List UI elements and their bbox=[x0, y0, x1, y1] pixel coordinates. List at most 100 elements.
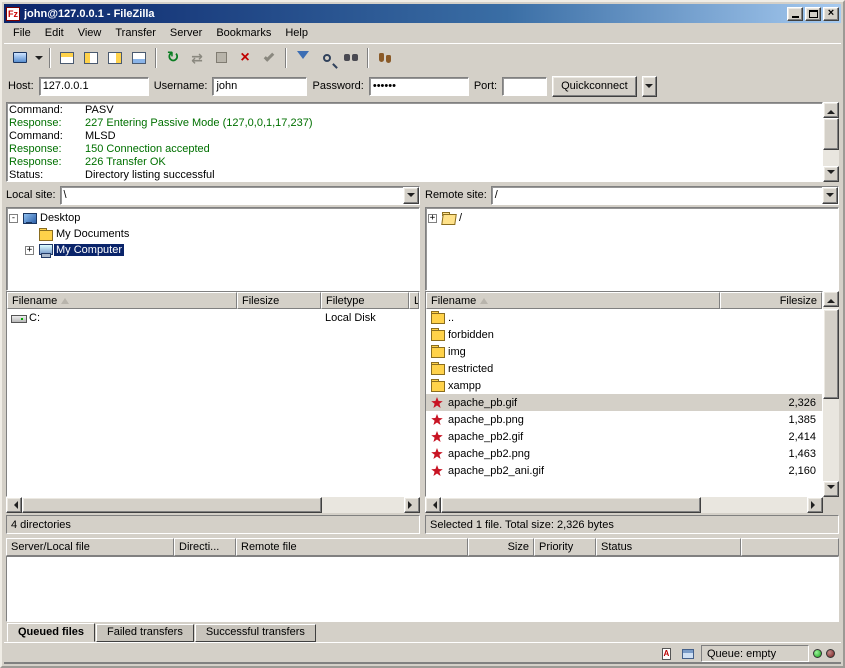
column-filetype[interactable]: Filetype bbox=[321, 292, 409, 309]
transfer-type-icon[interactable] bbox=[657, 646, 675, 662]
remote-file-row[interactable]: xampp bbox=[426, 377, 822, 394]
arrow-left-icon bbox=[429, 501, 437, 509]
tab-queued-files[interactable]: Queued files bbox=[7, 623, 95, 642]
toggle-local-tree-button[interactable] bbox=[79, 46, 103, 69]
local-site-combo[interactable]: \ bbox=[60, 186, 420, 205]
remote-site-dropdown[interactable] bbox=[822, 187, 838, 204]
column-filename[interactable]: Filename bbox=[426, 292, 720, 309]
remote-file-row[interactable]: forbidden bbox=[426, 326, 822, 343]
find-button[interactable] bbox=[339, 46, 363, 69]
expand-icon[interactable]: + bbox=[25, 246, 34, 255]
column-status[interactable]: Status bbox=[596, 538, 741, 556]
tab-failed-transfers[interactable]: Failed transfers bbox=[96, 624, 194, 642]
local-site-dropdown[interactable] bbox=[403, 187, 419, 204]
scrollbar-thumb[interactable] bbox=[22, 497, 322, 513]
reconnect-button[interactable] bbox=[257, 46, 281, 69]
scrollbar-thumb[interactable] bbox=[441, 497, 701, 513]
collapse-icon[interactable]: - bbox=[9, 214, 18, 223]
site-manager-dropdown[interactable] bbox=[32, 46, 45, 69]
scroll-down-button[interactable] bbox=[823, 481, 839, 497]
scroll-left-button[interactable] bbox=[6, 497, 22, 513]
column-size[interactable]: Size bbox=[468, 538, 534, 556]
log-scrollbar[interactable] bbox=[823, 102, 839, 182]
image-file-icon bbox=[430, 447, 446, 460]
cancel-operation-button[interactable] bbox=[209, 46, 233, 69]
toggle-log-button[interactable] bbox=[55, 46, 79, 69]
expand-icon[interactable]: + bbox=[428, 214, 437, 223]
close-button[interactable]: × bbox=[823, 7, 839, 21]
maximize-button[interactable] bbox=[805, 7, 821, 21]
menu-bookmarks[interactable]: Bookmarks bbox=[209, 25, 278, 41]
arrow-right-icon bbox=[811, 501, 819, 509]
remote-file-row[interactable]: restricted bbox=[426, 360, 822, 377]
file-name: forbidden bbox=[448, 329, 494, 341]
local-file-row[interactable]: C: Local Disk bbox=[7, 309, 419, 326]
password-input[interactable] bbox=[369, 77, 469, 96]
file-name: apache_pb.gif bbox=[448, 397, 517, 409]
column-server-local-file[interactable]: Server/Local file bbox=[6, 538, 174, 556]
column-filesize[interactable]: Filesize bbox=[237, 292, 321, 309]
remote-file-row[interactable]: img bbox=[426, 343, 822, 360]
tree-item-root[interactable]: + / bbox=[428, 210, 836, 226]
scroll-right-button[interactable] bbox=[807, 497, 823, 513]
column-last-modified[interactable]: L bbox=[409, 292, 419, 309]
disconnect-button[interactable]: × bbox=[233, 46, 257, 69]
remote-file-row[interactable]: apache_pb.png 1,385 bbox=[426, 411, 822, 428]
transfer-queue-list[interactable] bbox=[6, 556, 839, 622]
filter-button[interactable] bbox=[291, 46, 315, 69]
toggle-remote-tree-button[interactable] bbox=[103, 46, 127, 69]
log-type: Status: bbox=[9, 169, 85, 182]
chevron-down-icon bbox=[35, 56, 43, 64]
remote-file-row[interactable]: apache_pb2.gif 2,414 bbox=[426, 428, 822, 445]
minimize-button[interactable] bbox=[787, 7, 803, 21]
menu-server[interactable]: Server bbox=[163, 25, 209, 41]
scroll-up-button[interactable] bbox=[823, 291, 839, 307]
column-filename[interactable]: Filename bbox=[7, 292, 237, 309]
column-direction[interactable]: Directi... bbox=[174, 538, 236, 556]
menu-help[interactable]: Help bbox=[278, 25, 315, 41]
remote-vscrollbar[interactable] bbox=[823, 291, 839, 497]
scroll-down-button[interactable] bbox=[823, 166, 839, 182]
speed-limits-icon[interactable] bbox=[679, 646, 697, 662]
sort-ascending-icon bbox=[480, 294, 488, 304]
message-log: Command:PASV Response:227 Entering Passi… bbox=[6, 102, 823, 182]
menu-file[interactable]: File bbox=[6, 25, 38, 41]
remote-file-row[interactable]: apache_pb2.png 1,463 bbox=[426, 445, 822, 462]
menu-transfer[interactable]: Transfer bbox=[108, 25, 163, 41]
remote-file-row[interactable]: apache_pb2_ani.gif 2,160 bbox=[426, 462, 822, 479]
remote-file-row[interactable]: .. bbox=[426, 309, 822, 326]
site-manager-button[interactable] bbox=[8, 46, 32, 69]
tree-item-desktop[interactable]: - Desktop bbox=[9, 210, 417, 226]
scroll-up-button[interactable] bbox=[823, 102, 839, 118]
remote-file-row-selected[interactable]: apache_pb.gif 2,326 bbox=[426, 394, 822, 411]
port-input[interactable] bbox=[502, 77, 547, 96]
menu-view[interactable]: View bbox=[71, 25, 109, 41]
quickconnect-dropdown[interactable] bbox=[642, 76, 657, 97]
remote-hscrollbar[interactable] bbox=[425, 497, 823, 513]
column-filesize[interactable]: Filesize bbox=[720, 292, 822, 309]
quickconnect-button[interactable]: Quickconnect bbox=[552, 76, 637, 97]
remote-site-combo[interactable]: / bbox=[491, 186, 839, 205]
username-input[interactable] bbox=[212, 77, 307, 96]
menu-edit[interactable]: Edit bbox=[38, 25, 71, 41]
tree-item-my-documents[interactable]: - My Documents bbox=[9, 226, 417, 242]
scroll-left-button[interactable] bbox=[425, 497, 441, 513]
column-priority[interactable]: Priority bbox=[534, 538, 596, 556]
refresh-button[interactable]: ↻ bbox=[161, 46, 185, 69]
filezilla-logo-icon: Fz bbox=[6, 7, 20, 21]
sync-browsing-button[interactable] bbox=[373, 46, 397, 69]
title-bar[interactable]: Fz john@127.0.0.1 - FileZilla × bbox=[4, 4, 841, 23]
process-queue-button[interactable]: ⇄ bbox=[185, 46, 209, 69]
tree-item-my-computer[interactable]: + My Computer bbox=[9, 242, 417, 258]
menu-bar: File Edit View Transfer Server Bookmarks… bbox=[4, 23, 841, 43]
toggle-queue-button[interactable] bbox=[127, 46, 151, 69]
host-input[interactable] bbox=[39, 77, 149, 96]
scroll-right-button[interactable] bbox=[404, 497, 420, 513]
local-site-value: \ bbox=[61, 187, 403, 204]
column-remote-file[interactable]: Remote file bbox=[236, 538, 468, 556]
local-hscrollbar[interactable] bbox=[6, 497, 420, 513]
compare-button[interactable] bbox=[315, 46, 339, 69]
tab-successful-transfers[interactable]: Successful transfers bbox=[195, 624, 316, 642]
scrollbar-thumb[interactable] bbox=[823, 309, 839, 399]
scrollbar-thumb[interactable] bbox=[823, 118, 839, 150]
